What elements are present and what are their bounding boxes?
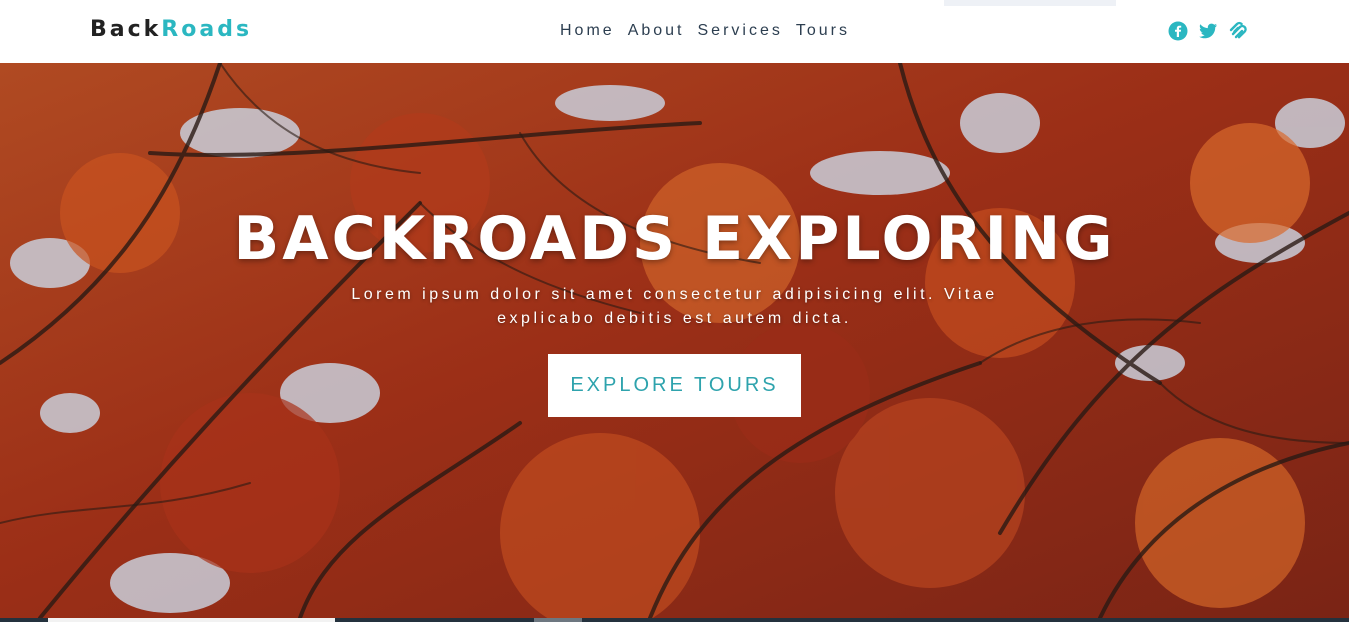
top-tab-strip	[944, 0, 1116, 6]
nav-link-home[interactable]: Home	[560, 22, 615, 40]
facebook-icon[interactable]	[1168, 21, 1188, 41]
bottom-strip-segment	[534, 618, 582, 622]
hero-content: BACKROADS EXPLORING Lorem ipsum dolor si…	[0, 203, 1349, 417]
social-links	[1168, 21, 1248, 41]
hero-title: BACKROADS EXPLORING	[233, 204, 1116, 274]
navbar: BackRoads Home About Services Tours	[0, 0, 1349, 63]
nav-link-tours[interactable]: Tours	[796, 22, 850, 40]
twitter-icon[interactable]	[1198, 21, 1218, 41]
hero-text: Lorem ipsum dolor sit amet consectetur a…	[351, 286, 998, 327]
nav-link-services[interactable]: Services	[698, 22, 783, 40]
bottom-strip	[0, 618, 1349, 622]
hero-section: BACKROADS EXPLORING Lorem ipsum dolor si…	[0, 63, 1349, 618]
squarespace-icon[interactable]	[1228, 21, 1248, 41]
explore-tours-button[interactable]: EXPLORE TOURS	[548, 354, 801, 417]
nav-links: Home About Services Tours	[560, 22, 850, 40]
brand-logo[interactable]: BackRoads	[90, 17, 252, 42]
brand-logo-part2: Roads	[161, 17, 253, 42]
bottom-strip-segment	[48, 618, 335, 622]
nav-link-about[interactable]: About	[628, 22, 685, 40]
brand-logo-part1: Back	[90, 17, 162, 42]
